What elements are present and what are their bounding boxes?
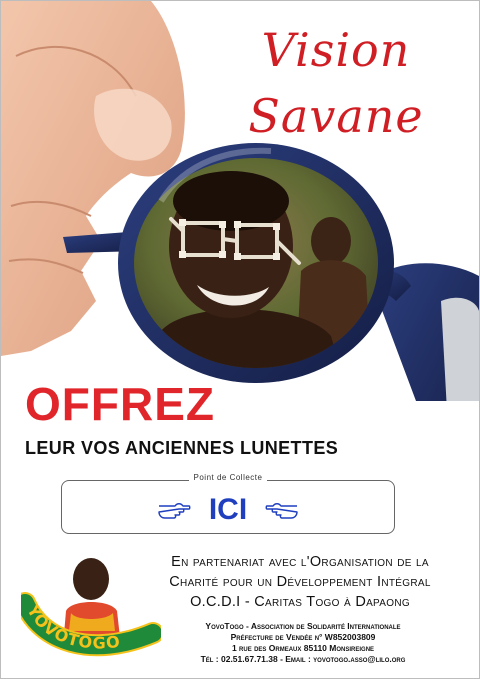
collection-point-box: Point de Collecte ICI — [61, 473, 395, 534]
pointing-hand-left-icon — [265, 503, 298, 519]
partnership-line-3: O.C.D.I - Caritas Togo à Dapaong — [190, 594, 410, 610]
contact-prefecture: Préfecture de Vendée n° W852003809 — [230, 632, 376, 642]
collection-label-wrap: Point de Collecte — [62, 473, 394, 482]
partnership-line-1: En partenariat avec l'Organisation de la — [171, 554, 429, 570]
title-line-1: Vision — [261, 23, 411, 77]
collection-place-row: ICI — [62, 493, 394, 527]
title-line-2: Savane — [248, 89, 424, 143]
pointing-hand-right-icon — [158, 503, 191, 519]
partnership-line-2: Charité pour un Développement Intégral — [169, 574, 431, 590]
contact-association: YovoTogo - Association de Solidarité Int… — [205, 621, 401, 631]
collection-label: Point de Collecte — [188, 473, 268, 482]
contact-phone-email: Tél : 02.51.67.71.38 - Email : yovotogo.… — [200, 654, 406, 664]
subheadline: LEUR VOS ANCIENNES LUNETTES — [25, 438, 339, 458]
headline: OFFREZ — [25, 378, 215, 430]
poster: Vision Savane OFFREZ LEUR VOS ANCIENNES … — [0, 0, 480, 679]
contact-address: 1 rue des Ormeaux 85110 Monsireigne — [231, 643, 375, 653]
collection-place: ICI — [208, 493, 248, 526]
